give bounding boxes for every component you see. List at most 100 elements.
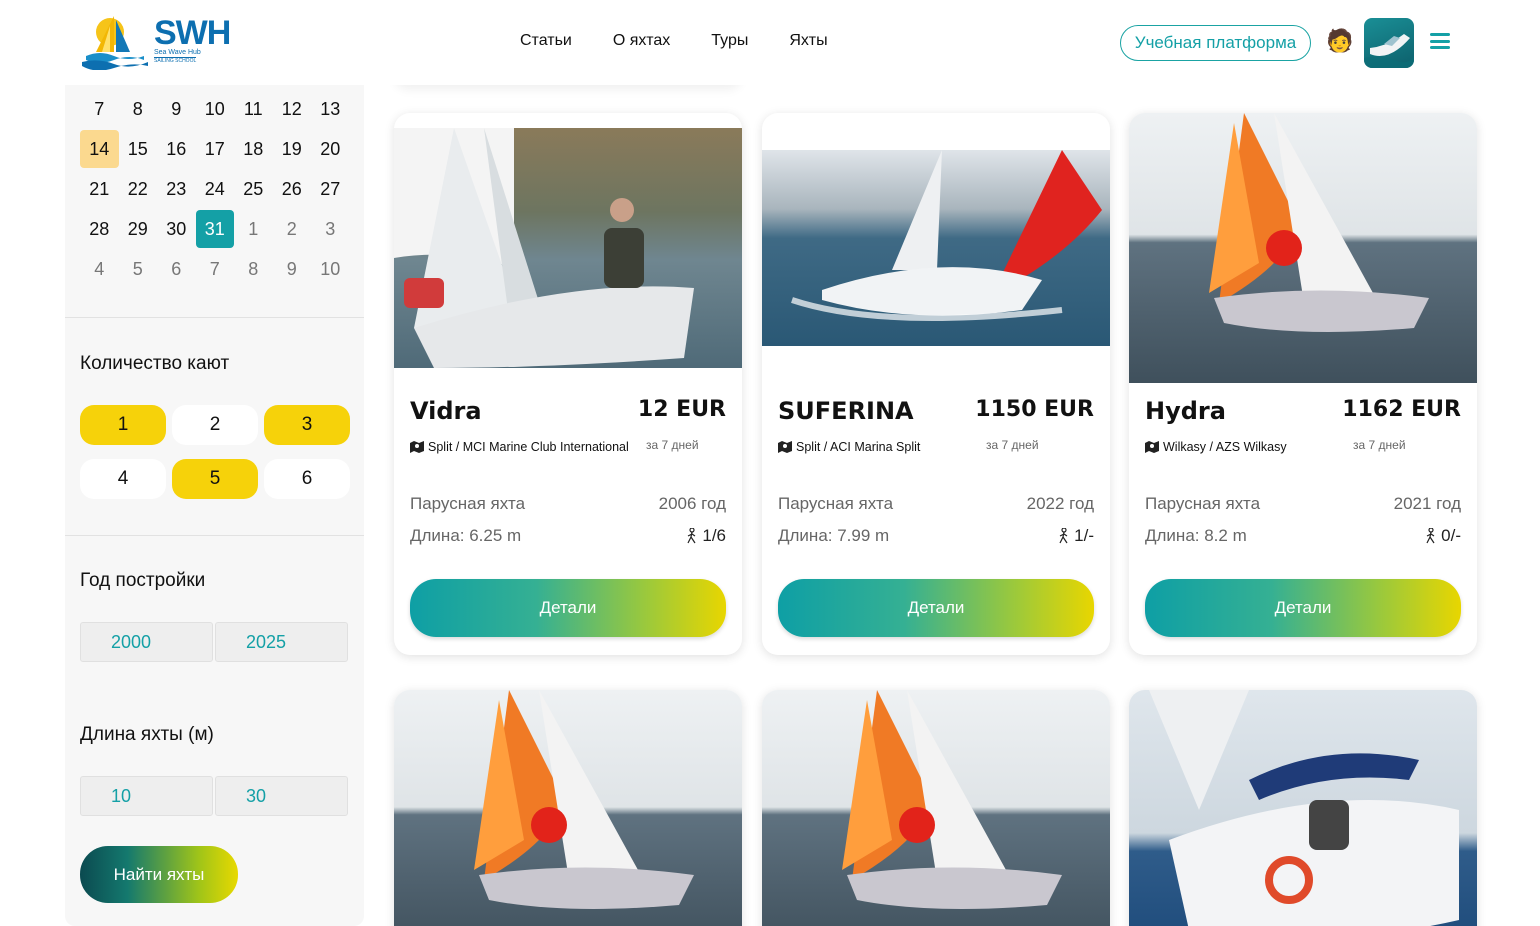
calendar-day[interactable]: 7 — [80, 90, 119, 128]
calendar-day[interactable]: 8 — [234, 250, 273, 288]
calendar-day[interactable]: 13 — [311, 90, 350, 128]
logo-swh: SWH — [154, 14, 231, 52]
calendar-day[interactable]: 29 — [119, 210, 158, 248]
yacht-location: Wilkasy / AZS Wilkasy — [1145, 440, 1287, 454]
calendar-day[interactable]: 27 — [311, 170, 350, 208]
calendar-week: 14 15 16 17 18 19 20 — [80, 130, 350, 170]
calendar-day[interactable]: 22 — [119, 170, 158, 208]
calendar-day[interactable]: 18 — [234, 130, 273, 168]
length-to-input[interactable] — [215, 776, 348, 816]
calendar-day[interactable]: 24 — [196, 170, 235, 208]
berths-text: 1/- — [1074, 526, 1094, 545]
map-icon — [1145, 441, 1159, 453]
calendar-day[interactable]: 2 — [273, 210, 312, 248]
yacht-type: Парусная яхта — [778, 494, 894, 513]
calendar-day[interactable]: 20 — [311, 130, 350, 168]
sailboat-photo-icon — [842, 690, 1062, 909]
yacht-photo[interactable] — [762, 150, 1110, 346]
year-range — [80, 622, 348, 662]
calendar-day[interactable]: 19 — [273, 130, 312, 168]
calendar-day[interactable]: 3 — [311, 210, 350, 248]
calendar-day[interactable]: 25 — [234, 170, 273, 208]
calendar-day[interactable]: 10 — [311, 250, 350, 288]
cabin-option[interactable]: 3 — [264, 405, 350, 445]
yacht-photo[interactable] — [394, 690, 742, 926]
calendar-day[interactable]: 8 — [119, 90, 158, 128]
calendar-day[interactable]: 21 — [80, 170, 119, 208]
calendar-day[interactable]: 11 — [234, 90, 273, 128]
yacht-card: Hydra 1162 EUR Wilkasy / AZS Wilkasy за … — [1129, 113, 1477, 655]
details-button[interactable]: Детали — [778, 579, 1094, 637]
calendar-day[interactable]: 14 — [80, 130, 119, 168]
walking-person-icon — [1059, 528, 1068, 544]
length-range — [80, 776, 348, 816]
speedboat-icon — [1364, 34, 1414, 68]
menu-line — [1430, 39, 1450, 43]
calendar-week: 7 8 9 10 11 12 13 — [80, 90, 350, 130]
divider — [65, 317, 364, 318]
year-to-input[interactable] — [215, 622, 348, 662]
logo[interactable]: SWH Sea Wave Hub SAILING SCHOOL — [80, 12, 232, 70]
year-title: Год постройки — [80, 570, 206, 591]
calendar-day[interactable]: 30 — [157, 210, 196, 248]
calendar-day[interactable]: 23 — [157, 170, 196, 208]
yacht-photo[interactable] — [1129, 690, 1477, 926]
yacht-price: 1150 EUR — [975, 397, 1094, 422]
yacht-berths: 1/6 — [686, 526, 726, 546]
nav-articles[interactable]: Статьи — [520, 32, 572, 50]
map-icon — [410, 441, 424, 453]
menu-line — [1430, 46, 1450, 49]
nav-tours[interactable]: Туры — [711, 32, 748, 50]
details-button[interactable]: Детали — [1145, 579, 1461, 637]
calendar-day[interactable]: 31 — [195, 210, 234, 248]
boat-avatar[interactable] — [1364, 18, 1414, 68]
calendar-day[interactable]: 15 — [119, 130, 158, 168]
cabins-title: Количество кают — [80, 353, 230, 374]
calendar-week: 21 22 23 24 25 26 27 — [80, 170, 350, 210]
sailboat-photo-icon — [1209, 113, 1429, 332]
calendar-day[interactable]: 16 — [157, 130, 196, 168]
learning-platform-button[interactable]: Учебная платформа — [1120, 25, 1311, 61]
yacht-photo[interactable] — [762, 690, 1110, 926]
hamburger-menu-icon[interactable] — [1430, 33, 1450, 49]
cabin-option[interactable]: 5 — [172, 459, 258, 499]
calendar-day[interactable]: 4 — [80, 250, 119, 288]
details-button[interactable]: Детали — [410, 579, 726, 637]
yacht-location: Split / ACI Marina Split — [778, 440, 920, 454]
calendar-day[interactable]: 10 — [196, 90, 235, 128]
calendar-day[interactable]: 9 — [273, 250, 312, 288]
cabin-option[interactable]: 2 — [172, 405, 258, 445]
nav-about-yachts[interactable]: О яхтах — [613, 32, 670, 50]
find-yachts-button[interactable]: Найти яхты — [80, 846, 238, 903]
calendar-day[interactable]: 28 — [80, 210, 119, 248]
cabin-option[interactable]: 1 — [80, 405, 166, 445]
yacht-card: Vidra 12 EUR Split / MCI Marine Club Int… — [394, 113, 742, 655]
calendar-day[interactable]: 17 — [196, 130, 235, 168]
calendar-day[interactable]: 5 — [119, 250, 158, 288]
yacht-length: Длина: 8.2 m — [1145, 526, 1247, 545]
calendar-day[interactable]: 1 — [234, 210, 273, 248]
menu-line — [1430, 33, 1450, 36]
yacht-photo[interactable] — [1129, 113, 1477, 383]
calendar: 7 8 9 10 11 12 13 14 15 16 17 18 19 20 21 22 23 24 25 26 27 2… — [80, 90, 350, 290]
year-from-input[interactable] — [80, 622, 213, 662]
sailboat-logo-icon — [82, 16, 148, 70]
yacht-year: 2021 год — [1393, 494, 1461, 513]
cabin-option[interactable]: 6 — [264, 459, 350, 499]
divider — [65, 535, 364, 536]
nav-yachts[interactable]: Яхты — [789, 32, 827, 50]
yacht-type: Парусная яхта — [1145, 494, 1261, 513]
calendar-day[interactable]: 9 — [157, 90, 196, 128]
calendar-day[interactable]: 26 — [273, 170, 312, 208]
yacht-berths: 0/- — [1425, 526, 1461, 546]
length-from-input[interactable] — [80, 776, 213, 816]
sailboat-photo-icon — [394, 128, 694, 368]
calendar-day[interactable]: 7 — [196, 250, 235, 288]
berths-text: 0/- — [1441, 526, 1461, 545]
yacht-location-text: Split / MCI Marine Club International — [428, 440, 629, 454]
person-icon[interactable]: 🧑 — [1326, 28, 1353, 54]
calendar-day[interactable]: 12 — [273, 90, 312, 128]
yacht-photo[interactable] — [394, 128, 742, 368]
cabin-option[interactable]: 4 — [80, 459, 166, 499]
calendar-day[interactable]: 6 — [157, 250, 196, 288]
